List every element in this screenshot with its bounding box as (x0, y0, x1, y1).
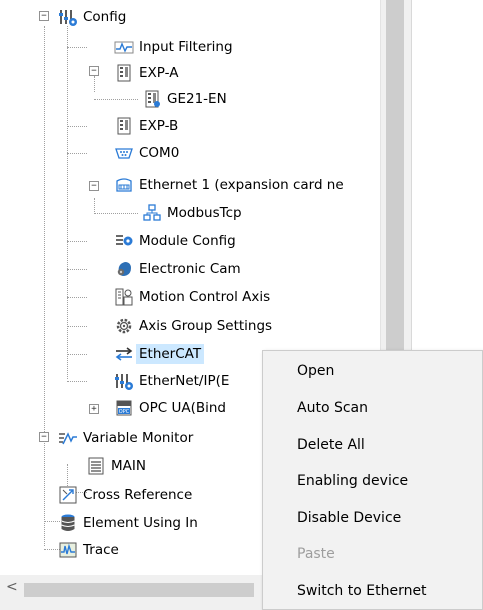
tree-item-label: Input Filtering (139, 39, 233, 55)
tree-item-cross-reference[interactable]: Cross Reference (58, 482, 192, 508)
menu-item-label: Paste (297, 546, 335, 562)
tree-item-ge21-en[interactable]: GE21-EN (142, 86, 227, 112)
menu-item-disable-device[interactable]: Disable Device (263, 500, 482, 536)
gear-icon (114, 316, 134, 336)
menu-item-label: Enabling device (297, 473, 409, 489)
menu-item-delete-all[interactable]: Delete All (263, 427, 482, 463)
expansion-module-icon (114, 116, 134, 136)
collapse-toggle[interactable]: − (39, 432, 49, 442)
tree-item-module-config[interactable]: Module Config (114, 228, 236, 254)
collapse-toggle[interactable]: − (89, 66, 99, 76)
tree-item-label: Variable Monitor (83, 430, 194, 446)
expand-toggle[interactable]: + (89, 404, 99, 414)
tree-item-label: COM0 (139, 145, 180, 161)
menu-item-enabling-device[interactable]: Enabling device (263, 463, 482, 499)
tree-item-input-filtering[interactable]: Input Filtering (114, 34, 233, 60)
cam-icon (114, 259, 134, 279)
tree-item-trace[interactable]: Trace (58, 537, 119, 563)
ethercat-arrows-icon (114, 344, 134, 364)
tree-item-main[interactable]: MAIN (86, 453, 146, 479)
tree-item-motion-control-axis[interactable]: Motion Control Axis (114, 284, 270, 310)
collapse-toggle[interactable]: − (39, 11, 49, 21)
tree-item-label: MAIN (111, 458, 146, 474)
collapse-toggle[interactable]: − (89, 181, 99, 191)
tree-item-modbustcp[interactable]: ModbusTcp (142, 200, 242, 226)
network-nodes-icon (142, 203, 162, 223)
tree-item-exp-a[interactable]: EXP-A (114, 60, 178, 86)
ethernet-ip-icon (114, 371, 134, 391)
tree-item-electronic-cam[interactable]: Electronic Cam (114, 256, 241, 282)
tree-item-variable-monitor[interactable]: Variable Monitor (58, 425, 193, 451)
module-config-icon (114, 231, 134, 251)
tree-item-label: Motion Control Axis (139, 289, 271, 305)
tree-item-label: EtherCAT (136, 344, 205, 364)
context-menu: Open Auto Scan Delete All Enabling devic… (262, 350, 483, 610)
database-icon (58, 513, 78, 533)
cross-reference-icon (58, 485, 78, 505)
tree-item-label: Cross Reference (83, 487, 193, 503)
tree-item-label: Trace (83, 542, 119, 558)
opc-icon: OPC (114, 398, 134, 418)
horizontal-scroll-thumb[interactable] (24, 583, 254, 597)
tree-item-config[interactable]: Config (58, 4, 126, 30)
menu-item-label: Switch to Ethernet (297, 583, 427, 599)
tree-item-opc-ua[interactable]: OPC OPC UA(Bind (114, 395, 226, 421)
tree-item-label: Element Using In (83, 515, 198, 531)
tree-item-label: Ethernet 1 (expansion card ne (139, 177, 344, 193)
menu-item-auto-scan[interactable]: Auto Scan (263, 390, 482, 426)
tree-item-label: Module Config (139, 233, 236, 249)
tree-item-label: Config (83, 9, 127, 25)
tree-item-label: Electronic Cam (139, 261, 241, 277)
tree-item-label: EXP-A (139, 65, 179, 81)
tree-item-label: OPC UA(Bind (139, 400, 227, 416)
tree-item-com0[interactable]: COM0 (114, 140, 179, 166)
motion-axis-icon (114, 287, 134, 307)
config-icon (58, 7, 78, 27)
menu-item-label: Delete All (297, 437, 365, 453)
svg-text:OPC: OPC (119, 409, 130, 415)
tree-item-label: GE21-EN (167, 91, 227, 107)
menu-item-label: Auto Scan (297, 400, 368, 416)
menu-item-switch-to-ethernet[interactable]: Switch to Ethernet (263, 573, 482, 609)
tree-item-label: EtherNet/IP(E (139, 373, 230, 389)
variable-monitor-icon (58, 428, 78, 448)
tree-item-exp-b[interactable]: EXP-B (114, 113, 178, 139)
tree-item-axis-group-settings[interactable]: Axis Group Settings (114, 313, 272, 339)
expansion-module-icon (142, 89, 162, 109)
trace-icon (58, 540, 78, 560)
tree-item-ethernet-ip[interactable]: EtherNet/IP(E (114, 368, 229, 394)
tree-item-label: ModbusTcp (167, 205, 242, 221)
scroll-left-arrow[interactable]: < (6, 579, 18, 595)
expansion-module-icon (114, 63, 134, 83)
ethernet-card-icon (114, 175, 134, 195)
tree-item-ethernet-1[interactable]: Ethernet 1 (expansion card ne (114, 172, 344, 198)
tree-item-label: EXP-B (139, 118, 179, 134)
tree-item-label: Axis Group Settings (139, 318, 273, 334)
tree-item-ethercat[interactable]: EtherCAT (114, 341, 205, 367)
menu-item-label: Disable Device (297, 510, 402, 526)
menu-item-label: Open (297, 363, 335, 379)
serial-port-icon (114, 143, 134, 163)
menu-item-paste: Paste (263, 536, 482, 572)
tree-item-element-using[interactable]: Element Using In (58, 510, 198, 536)
menu-item-open[interactable]: Open (263, 353, 482, 389)
document-icon (86, 456, 106, 476)
waveform-icon (114, 37, 134, 57)
